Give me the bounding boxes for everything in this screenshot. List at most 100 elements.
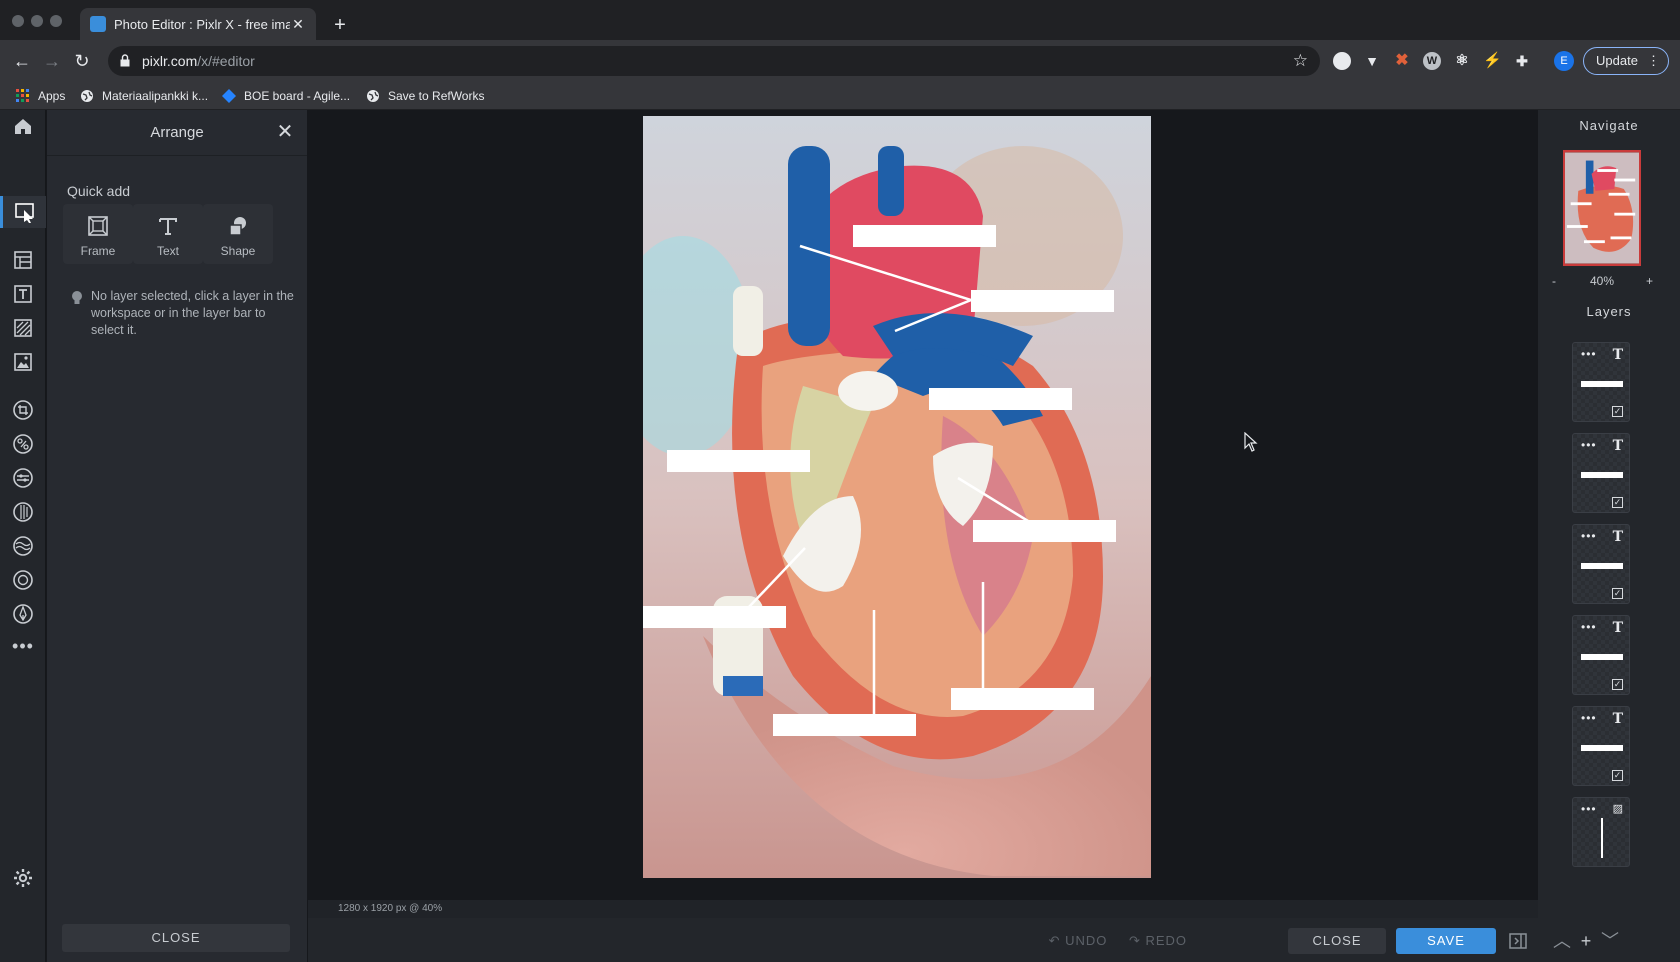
- layer-menu-icon[interactable]: •••: [1581, 802, 1597, 816]
- cutout-tool-icon[interactable]: [7, 428, 39, 460]
- layer-menu-icon[interactable]: •••: [1581, 620, 1597, 634]
- layer-item[interactable]: ••• ▨: [1572, 797, 1630, 867]
- zoom-in-button[interactable]: +: [1646, 274, 1653, 288]
- browser-tab[interactable]: Photo Editor : Pixlr X - free ima ✕: [80, 8, 316, 40]
- undo-button[interactable]: ↶ UNDO: [1043, 928, 1113, 954]
- bookmark-boe-board[interactable]: BOE board - Agile...: [222, 87, 350, 105]
- new-tab-button[interactable]: +: [326, 12, 354, 40]
- shape-icon: [229, 217, 246, 236]
- no-selection-hint: No layer selected, click a layer in the …: [67, 288, 297, 339]
- workspace[interactable]: [308, 110, 1538, 900]
- layer-visibility-checkbox[interactable]: ✓: [1612, 770, 1623, 781]
- browser-toolbar: ← → ↻ pixlr.com/x/#editor ☆ ▼ ✖ W ⚛ ⚡ ✚ …: [0, 40, 1680, 82]
- zoom-level: 40%: [1590, 274, 1615, 288]
- navigator-thumbnail[interactable]: [1563, 150, 1641, 266]
- layer-visibility-checkbox[interactable]: ✓: [1612, 497, 1623, 508]
- pixlr-favicon-icon: [90, 16, 106, 32]
- toggle-panel-icon[interactable]: [1508, 931, 1528, 951]
- layer-item[interactable]: ••• T ✓: [1572, 615, 1630, 695]
- zoom-out-button[interactable]: -: [1552, 274, 1556, 288]
- redo-button[interactable]: ↷ REDO: [1123, 928, 1193, 954]
- layer-menu-icon[interactable]: •••: [1581, 529, 1597, 543]
- extensions-puzzle-icon[interactable]: ✚: [1513, 52, 1531, 70]
- quick-add-shape-button[interactable]: Shape: [203, 204, 273, 264]
- layer-up-icon[interactable]: ︿: [1552, 931, 1572, 951]
- window-maximize-dot[interactable]: [50, 15, 62, 27]
- lightbulb-icon: [72, 291, 82, 304]
- undo-label: UNDO: [1065, 933, 1108, 948]
- arrange-close-button[interactable]: CLOSE: [62, 924, 290, 952]
- layer-item[interactable]: ••• T ✓: [1572, 342, 1630, 422]
- layer-visibility-checkbox[interactable]: ✓: [1612, 588, 1623, 599]
- layer-item[interactable]: ••• T ✓: [1572, 524, 1630, 604]
- layer-menu-icon[interactable]: •••: [1581, 438, 1597, 452]
- draw-tool-icon[interactable]: [7, 598, 39, 630]
- browser-update-button[interactable]: Update ⋮: [1583, 47, 1669, 75]
- drawing-layer-icon: ▨: [1612, 802, 1623, 815]
- save-button[interactable]: SAVE: [1396, 928, 1496, 954]
- layers-title: Layers: [1586, 304, 1632, 319]
- focus-tool-icon[interactable]: [7, 564, 39, 596]
- layer-preview: [1581, 654, 1623, 660]
- layer-menu-icon[interactable]: •••: [1581, 347, 1597, 361]
- extension-circle-icon[interactable]: [1333, 52, 1351, 70]
- zoom-controls: - 40% +: [1538, 272, 1680, 292]
- bookmark-refworks[interactable]: Save to RefWorks: [366, 87, 484, 105]
- adjust-tool-icon[interactable]: [7, 462, 39, 494]
- url-text: pixlr.com/x/#editor: [142, 53, 255, 69]
- bookmark-label: BOE board - Agile...: [244, 89, 351, 103]
- bookmark-apps[interactable]: Apps: [16, 87, 65, 105]
- arrange-tool-icon[interactable]: [0, 196, 46, 228]
- add-layer-icon[interactable]: +: [1576, 931, 1596, 951]
- close-editor-button[interactable]: CLOSE: [1288, 928, 1386, 954]
- back-arrow-icon[interactable]: ←: [10, 49, 34, 73]
- effect-tool-icon[interactable]: [7, 530, 39, 562]
- layer-menu-icon[interactable]: •••: [1581, 711, 1597, 725]
- forward-arrow-icon[interactable]: →: [40, 49, 64, 73]
- layer-item[interactable]: ••• T ✓: [1572, 706, 1630, 786]
- url-path: /x/#editor: [197, 53, 255, 69]
- window-minimize-dot[interactable]: [31, 15, 43, 27]
- address-bar[interactable]: pixlr.com/x/#editor ☆: [108, 46, 1320, 76]
- extension-x-icon[interactable]: ✖: [1393, 52, 1411, 70]
- more-tools-icon[interactable]: •••: [7, 630, 39, 662]
- bookmark-label: Save to RefWorks: [388, 89, 485, 103]
- frame-icon: [88, 216, 108, 236]
- browser-tab-bar: Photo Editor : Pixlr X - free ima ✕ +: [0, 0, 1680, 40]
- layer-visibility-checkbox[interactable]: ✓: [1612, 406, 1623, 417]
- redo-label: REDO: [1145, 933, 1188, 948]
- extension-w-icon[interactable]: W: [1423, 52, 1441, 70]
- window-close-dot[interactable]: [12, 15, 24, 27]
- image-tool-icon[interactable]: [7, 346, 39, 378]
- settings-gear-icon[interactable]: [7, 862, 39, 894]
- layer-preview: [1601, 818, 1603, 858]
- reload-icon[interactable]: ↻: [70, 49, 94, 73]
- quick-add-frame-button[interactable]: Frame: [63, 204, 133, 264]
- layer-visibility-checkbox[interactable]: ✓: [1612, 679, 1623, 690]
- crop-tool-icon[interactable]: [7, 394, 39, 426]
- layer-down-icon[interactable]: ﹀: [1600, 931, 1620, 951]
- browser-menu-icon[interactable]: ⋮: [1647, 48, 1660, 74]
- profile-avatar[interactable]: E: [1554, 51, 1574, 71]
- tab-close-icon[interactable]: ✕: [290, 16, 306, 32]
- text-layer-icon: T: [1612, 529, 1623, 545]
- arrange-panel-close-icon[interactable]: ✕: [273, 120, 297, 144]
- extension-v-icon[interactable]: ▼: [1363, 52, 1381, 70]
- arrange-panel-header: Arrange ✕: [47, 110, 307, 156]
- layer-item[interactable]: ••• T ✓: [1572, 433, 1630, 513]
- quick-add-text-button[interactable]: Text: [133, 204, 203, 264]
- tool-bar: •••: [0, 110, 46, 962]
- bookmark-materiaalipankki[interactable]: Materiaalipankki k...: [80, 87, 208, 105]
- layer-preview: [1581, 472, 1623, 478]
- filter-tool-icon[interactable]: [7, 496, 39, 528]
- extension-bolt-icon[interactable]: ⚡: [1483, 52, 1502, 70]
- canvas-image[interactable]: [643, 116, 1151, 878]
- layer-preview: [1581, 745, 1623, 751]
- text-tool-icon[interactable]: [7, 278, 39, 310]
- bookmark-star-icon[interactable]: ☆: [1293, 51, 1308, 71]
- fill-tool-icon[interactable]: [7, 312, 39, 344]
- extension-atom-icon[interactable]: ⚛: [1453, 52, 1471, 70]
- home-icon[interactable]: [7, 110, 39, 142]
- layout-tool-icon[interactable]: [7, 244, 39, 276]
- globe-icon: [367, 90, 379, 102]
